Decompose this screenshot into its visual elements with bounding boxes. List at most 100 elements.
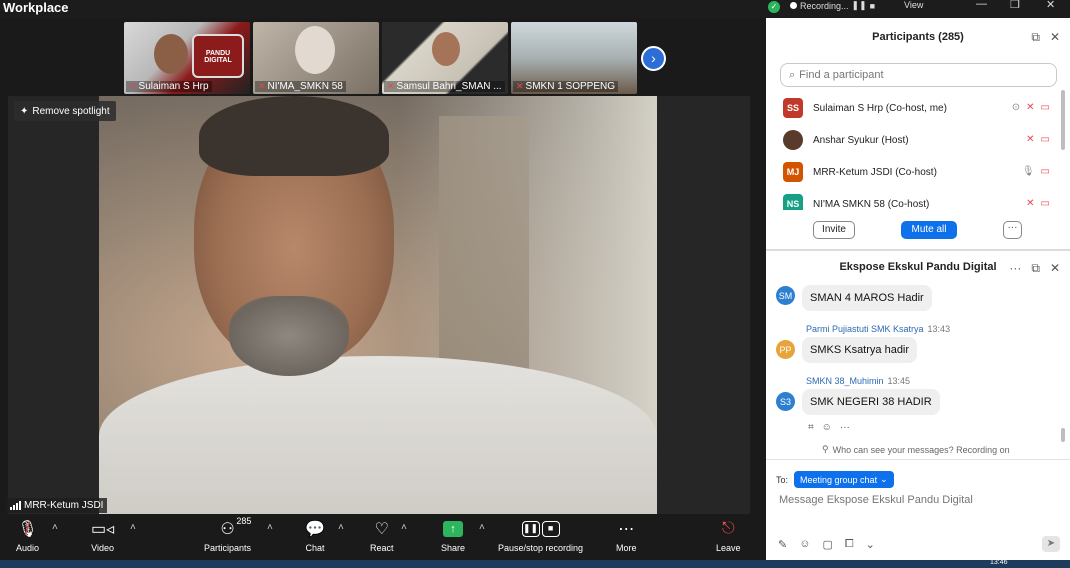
reply-icon[interactable]: ⌗ <box>808 422 814 433</box>
send-button[interactable]: ➤ <box>1042 536 1060 552</box>
video-options-caret[interactable]: ˄ <box>130 522 136 533</box>
mic-muted-icon: 🎙 / <box>17 518 38 539</box>
thumbnail-name: ✕ Sulaiman S Hrp <box>126 81 212 92</box>
react-button[interactable]: ♡ React <box>370 518 394 553</box>
mic-muted-icon: ✕ <box>129 81 137 91</box>
recording-indicator[interactable]: Recording... ❚❚ ■ <box>790 0 875 11</box>
more-button[interactable]: ⋯ More <box>616 518 637 553</box>
chevron-down-icon[interactable]: ⌄ <box>866 538 875 551</box>
participants-header: Participants (285) <box>872 31 964 43</box>
person-icon: ⚲ <box>822 444 829 454</box>
message-bubble: SMK NEGERI 38 HADIR <box>802 389 940 415</box>
participant-row[interactable]: Anshar Syukur (Host) ✕ ▭ <box>766 124 1056 156</box>
participant-row[interactable]: NS NI'MA SMKN 58 (Co-host) ✕ ▭ <box>766 188 1056 210</box>
mic-muted-icon[interactable]: ✕ <box>1026 134 1034 145</box>
participant-face <box>432 32 460 66</box>
share-button[interactable]: ↑ Share <box>441 518 465 553</box>
chat-divider <box>766 459 1070 460</box>
chevron-down-icon: ⌄ <box>880 474 888 484</box>
participant-face <box>154 34 188 74</box>
emoji-icon[interactable]: ☺ <box>799 538 810 551</box>
participant-actions: Invite Mute all ··· <box>766 218 1070 242</box>
side-panel: Participants (285) ⧉ ✕ ⌕ Find a particip… <box>766 18 1070 560</box>
message-actions: ⌗ ☺ ··· <box>808 422 850 433</box>
close-icon[interactable]: ✕ <box>1050 261 1060 276</box>
chevron-right-icon: › <box>651 50 656 66</box>
chat-message-input[interactable] <box>779 494 1059 506</box>
camera-off-icon[interactable]: ▭ <box>1041 198 1050 209</box>
screenshot-icon[interactable]: ⧠ <box>845 538 854 551</box>
video-thumbnail[interactable]: PANDU DIGITAL ✕ Sulaiman S Hrp <box>124 22 250 94</box>
video-strip: PANDU DIGITAL ✕ Sulaiman S Hrp ✕ NI'MA_S… <box>124 22 637 94</box>
more-options-button[interactable]: ··· <box>1003 221 1022 239</box>
camera-icon: ▭◃ <box>91 521 115 538</box>
chat-messages: SM SMAN 4 MAROS Hadir Parmi Pujiastuti S… <box>766 282 1060 442</box>
mic-muted-icon[interactable]: ✕ <box>1026 198 1034 209</box>
stop-icon[interactable]: ■ <box>870 1 875 11</box>
title-bar: Workplace <box>0 0 766 18</box>
pop-out-icon[interactable]: ⧉ <box>1031 261 1040 276</box>
audio-button[interactable]: 🎙 / Audio <box>16 518 39 554</box>
check-icon: ✓ <box>768 1 780 13</box>
video-thumbnail[interactable]: ✕ NI'MA_SMKN 58 <box>253 22 379 94</box>
message-bubble: SMKS Ksatrya hadir <box>802 337 918 363</box>
close-icon[interactable]: ✕ <box>1046 0 1055 11</box>
mute-all-button[interactable]: Mute all <box>901 221 957 239</box>
react-options-caret[interactable]: ˄ <box>401 522 407 533</box>
close-icon[interactable]: ✕ <box>1050 30 1060 45</box>
app-title: Workplace <box>3 0 69 15</box>
invite-button[interactable]: Invite <box>813 221 855 239</box>
chat-button[interactable]: 💬 Chat <box>305 518 325 553</box>
mic-muted-icon[interactable]: ✕ <box>1026 102 1034 113</box>
participants-options-caret[interactable]: ˄ <box>267 522 273 533</box>
participants-button[interactable]: ⚇ 285 Participants <box>204 516 251 553</box>
emoji-react-icon[interactable]: ☺ <box>822 422 832 433</box>
next-page-button[interactable]: › <box>641 46 666 71</box>
video-button[interactable]: ▭◃ Video <box>91 518 114 553</box>
view-menu[interactable]: View <box>904 0 923 10</box>
recipient-row: To: Meeting group chat ⌄ <box>776 471 894 488</box>
camera-off-icon[interactable]: ▭ <box>1041 134 1050 145</box>
who-can-see-notice[interactable]: ⚲ Who can see your messages? Recording o… <box>822 444 1010 455</box>
video-thumbnail[interactable]: ✕ SMKN 1 SOPPENG <box>511 22 637 94</box>
share-options-caret[interactable]: ˄ <box>479 522 485 533</box>
thumbnail-name: ✕ Samsul Bahri_SMAN ... <box>384 81 505 92</box>
chat-options-caret[interactable]: ˄ <box>338 522 344 533</box>
maximize-icon[interactable]: ❐ <box>1010 0 1020 11</box>
minimize-icon[interactable]: — <box>976 0 987 10</box>
chat-bubble-icon: 💬 <box>305 521 325 538</box>
audio-options-caret[interactable]: ˄ <box>52 522 58 533</box>
mic-icon[interactable]: 🎙 <box>1022 166 1035 177</box>
zoom-window: Workplace PANDU DIGITAL ✕ Sulaiman S Hrp… <box>0 0 1070 568</box>
chat-toolbar: ✎ ☺ ▢ ⧠ ⌄ <box>778 538 875 551</box>
pause-icon[interactable]: ❚❚ <box>852 0 867 11</box>
participant-scrollbar[interactable] <box>1061 90 1065 150</box>
participant-search-input[interactable]: ⌕ Find a participant <box>780 63 1057 87</box>
os-taskbar: 13:46 <box>0 559 1070 568</box>
camera-off-icon[interactable]: ▭ <box>1041 166 1050 177</box>
avatar: MJ <box>783 162 803 182</box>
participant-row[interactable]: SS Sulaiman S Hrp (Co-host, me) ⊙ ✕ ▭ <box>766 92 1056 124</box>
leave-icon: ⎋ <box>721 520 735 537</box>
pandu-digital-badge: PANDU DIGITAL <box>192 34 244 78</box>
camera-off-icon[interactable]: ▭ <box>1041 102 1050 113</box>
pause-stop-recording-button[interactable]: ❚❚ ■ Pause/stop recording <box>498 518 583 553</box>
avatar: NS <box>783 194 803 210</box>
taskbar-clock: 13:46 <box>990 559 1008 566</box>
speaker-shirt <box>99 356 657 514</box>
avatar: S3 <box>776 392 795 411</box>
format-icon[interactable]: ✎ <box>778 538 787 551</box>
participant-row[interactable]: MJ MRR-Ketum JSDI (Co-host) 🎙 ▭ <box>766 156 1056 188</box>
video-thumbnail[interactable]: ✕ Samsul Bahri_SMAN ... <box>382 22 508 94</box>
chat-scrollbar[interactable] <box>1061 428 1065 442</box>
pop-out-icon[interactable]: ⧉ <box>1031 30 1040 45</box>
more-dots-icon[interactable]: ··· <box>1009 261 1021 276</box>
file-icon[interactable]: ▢ <box>822 538 832 551</box>
recipient-dropdown[interactable]: Meeting group chat ⌄ <box>794 471 894 488</box>
avatar <box>783 130 803 150</box>
remove-spotlight-button[interactable]: ✦ Remove spotlight <box>14 101 116 121</box>
leave-button[interactable]: ⎋ Leave <box>716 518 741 553</box>
spotlight-video[interactable] <box>99 96 657 514</box>
message-sender: SMKN 38_Muhimin 13:45 <box>806 376 911 386</box>
more-dots-icon[interactable]: ··· <box>840 422 850 433</box>
